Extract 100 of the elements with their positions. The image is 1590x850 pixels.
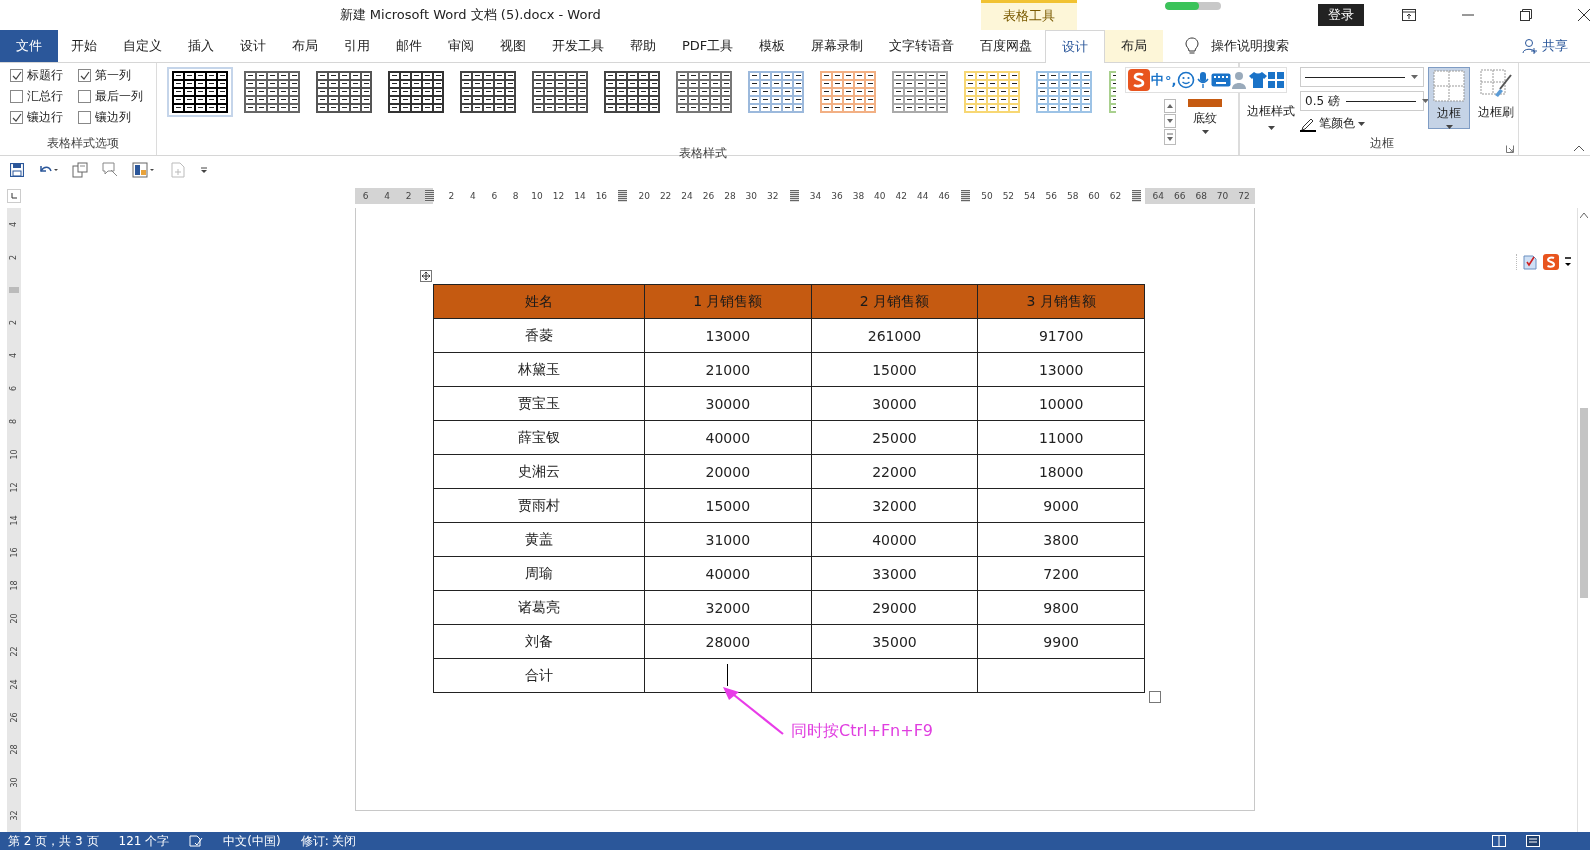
- border-styles-button[interactable]: 边框样式: [1246, 103, 1296, 132]
- option-checkbox[interactable]: 第一列: [78, 67, 158, 84]
- ribbon-tab[interactable]: PDF工具: [669, 30, 747, 62]
- ribbon-tab[interactable]: 开发工具: [539, 30, 617, 62]
- ruler-number: 6: [9, 386, 19, 392]
- table-cell: 9900: [977, 624, 1145, 659]
- status-item[interactable]: 121 个字: [118, 832, 170, 850]
- table-cell: 13000: [644, 318, 812, 353]
- status-item[interactable]: 修订: 关闭: [300, 832, 357, 850]
- ribbon-tab[interactable]: 插入: [175, 30, 227, 62]
- ribbon-tab[interactable]: 引用: [331, 30, 383, 62]
- table-cell: 25000: [811, 420, 978, 455]
- table-cell: 林黛玉: [433, 352, 645, 387]
- ribbon-tab[interactable]: 开始: [58, 30, 110, 62]
- group-label: 表格样式: [677, 145, 728, 162]
- input-mode-toggle[interactable]: 中: [1151, 71, 1164, 89]
- option-checkbox[interactable]: 镶边行: [10, 109, 78, 126]
- ribbon-tab[interactable]: 邮件: [383, 30, 435, 62]
- border-painter-button[interactable]: 边框刷: [1474, 67, 1518, 132]
- table-cell: 7200: [977, 556, 1145, 591]
- table-cell: 40000: [644, 420, 812, 455]
- ribbon-tab[interactable]: 布局: [1105, 30, 1164, 62]
- status-item[interactable]: 第 2 页，共 3 页: [8, 832, 99, 850]
- ribbon-tab[interactable]: 视图: [487, 30, 539, 62]
- table-cell: 21000: [644, 352, 812, 387]
- status-item[interactable]: 中文(中国): [223, 832, 281, 850]
- ruler-number: 34: [809, 191, 822, 201]
- ruler-number: 26: [9, 712, 19, 723]
- sign-in-button[interactable]: 登录: [1318, 4, 1364, 26]
- tell-me-search[interactable]: 操作说明搜索: [1211, 37, 1290, 55]
- ruler-number: 50: [981, 191, 993, 201]
- ribbon-tab[interactable]: 模板: [746, 30, 799, 62]
- punctuation-toggle[interactable]: °,: [1165, 72, 1177, 88]
- ruler-number: 4: [9, 353, 19, 359]
- table-cell: 261000: [811, 318, 978, 353]
- ribbon-tab[interactable]: 审阅: [435, 30, 487, 62]
- table-cell: 31000: [644, 522, 812, 557]
- ruler-number: 28: [724, 191, 736, 201]
- ruler-number: 32: [767, 191, 779, 201]
- ruler-number: 30: [9, 777, 19, 788]
- ruler-number: 56: [1045, 191, 1057, 201]
- ruler-number: 62: [1109, 191, 1122, 201]
- ruler-number: 16: [595, 191, 608, 201]
- table-cell: 合计: [433, 658, 645, 693]
- group-label: 边框: [1370, 135, 1394, 152]
- ribbon-tab[interactable]: 设计: [227, 30, 279, 62]
- group-label: 表格样式选项: [46, 135, 120, 152]
- shading-button[interactable]: 底纹: [1184, 97, 1226, 136]
- share-button[interactable]: 共享: [1522, 30, 1568, 62]
- ruler-number: 20: [9, 613, 19, 624]
- ruler-number: 4: [469, 191, 476, 201]
- ruler-number: 24: [681, 191, 693, 201]
- ruler-number: 54: [1024, 191, 1036, 201]
- pen-color-button[interactable]: 笔颜色: [1300, 115, 1424, 132]
- option-checkbox[interactable]: 镶边列: [78, 109, 158, 126]
- table-cell: 周瑜: [433, 556, 645, 591]
- ribbon-tab[interactable]: 文字转语音: [876, 30, 968, 62]
- option-checkbox[interactable]: 标题行: [10, 67, 78, 84]
- table-cell: 3800: [977, 522, 1145, 557]
- ruler-number: 18: [9, 580, 19, 591]
- ruler-number: 46: [938, 191, 950, 201]
- ruler-number: 30: [745, 191, 758, 201]
- table-cell: 史湘云: [433, 454, 645, 489]
- ruler-number: 24: [9, 679, 19, 690]
- ruler-number: 14: [574, 191, 586, 201]
- ribbon-tab[interactable]: 文件: [0, 30, 58, 62]
- ruler-number: 60: [1088, 191, 1100, 201]
- ruler-number: 4: [384, 191, 390, 201]
- ribbon-tab[interactable]: 帮助: [617, 30, 669, 62]
- ruler-number: 2: [448, 191, 455, 201]
- table-cell: 32000: [811, 488, 978, 523]
- table-cell: 22000: [811, 454, 978, 489]
- ruler-number: 66: [1174, 191, 1186, 201]
- table-cell: 32000: [644, 590, 812, 625]
- ribbon-tab[interactable]: 布局: [279, 30, 331, 62]
- context-group-label: 表格工具: [980, 0, 1078, 30]
- ruler-number: 70: [1216, 191, 1229, 201]
- table-cell: 15000: [811, 352, 978, 387]
- ruler-number: 44: [916, 191, 929, 201]
- ruler-number: 2: [405, 191, 412, 201]
- table-cell: 20000: [644, 454, 812, 489]
- window-title: 新建 Microsoft Word 文档 (5).docx - Word: [339, 6, 601, 24]
- ruler-number: 42: [895, 191, 907, 201]
- option-checkbox[interactable]: 最后一列: [78, 88, 158, 105]
- table-cell: 诸葛亮: [433, 590, 645, 625]
- table-cell: 28000: [644, 624, 812, 659]
- ruler-number: 10: [531, 191, 543, 201]
- column-header: 姓名: [433, 284, 645, 319]
- borders-button[interactable]: 边框: [1428, 67, 1470, 129]
- ribbon-tab[interactable]: 屏幕录制: [798, 30, 877, 62]
- ruler-number: 6: [491, 191, 498, 201]
- ruler-number: 58: [1066, 191, 1079, 201]
- ribbon-tab[interactable]: 自定义: [110, 30, 175, 62]
- ribbon-tab[interactable]: 百度网盘: [967, 30, 1046, 62]
- ruler-number: 22: [659, 191, 672, 201]
- ruler-number: 38: [852, 191, 865, 201]
- ruler-number: 22: [9, 646, 19, 657]
- ribbon-tab[interactable]: 设计: [1045, 30, 1106, 63]
- ruler-number: 8: [512, 191, 519, 201]
- option-checkbox[interactable]: 汇总行: [10, 88, 78, 105]
